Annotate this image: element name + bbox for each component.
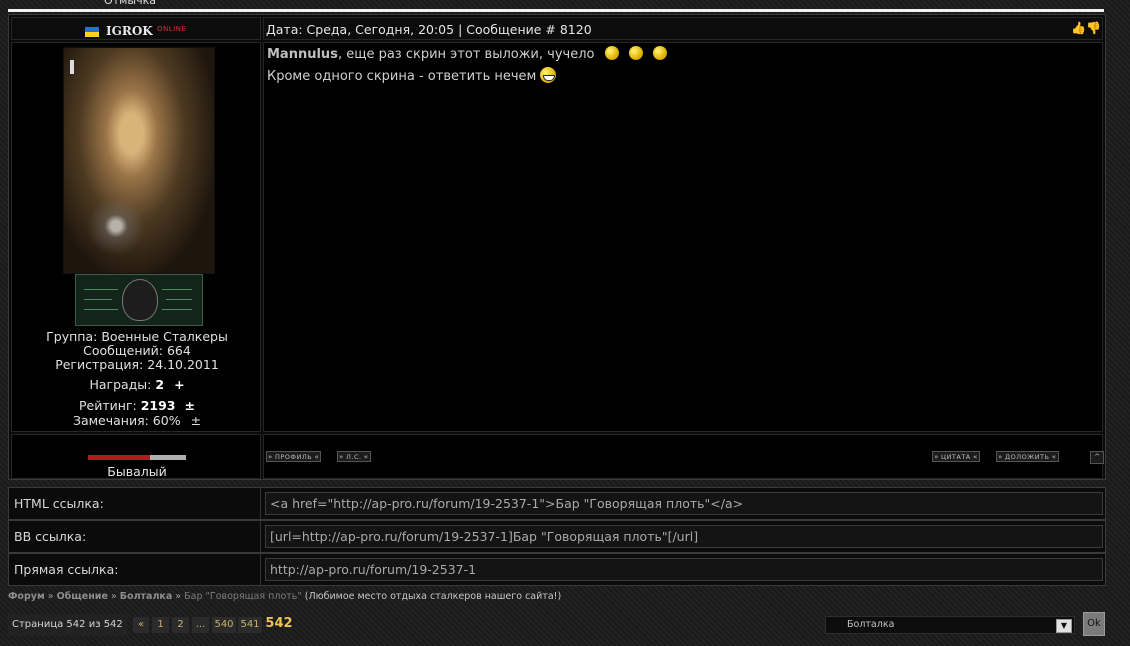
- author-warnings: Замечания: 60% ±: [72, 413, 202, 428]
- ukraine-flag-icon: [85, 27, 99, 37]
- rank-progress-bar: [88, 455, 186, 460]
- forum-jump-ok-button[interactable]: Ok: [1083, 612, 1105, 636]
- quote-button[interactable]: ЦИТАТА: [932, 451, 980, 462]
- avatar-glass-crack: [84, 198, 164, 268]
- profile-button[interactable]: ПРОФИЛЬ: [266, 451, 322, 462]
- page-prev-button[interactable]: «: [133, 617, 149, 633]
- breadcrumb-current-topic: Бар "Говорящая плоть": [184, 591, 302, 602]
- thumb-down-icon[interactable]: 👎: [1086, 21, 1101, 35]
- breadcrumb-forum[interactable]: Форум: [8, 591, 45, 602]
- post-author-cell: IGROK ONLINE: [11, 17, 261, 40]
- post-date: Дата: Среда, Сегодня, 20:05 | Сообщение …: [266, 22, 592, 37]
- quoted-user-name[interactable]: Mannulus: [267, 47, 338, 62]
- rank-progress-fill: [88, 455, 150, 460]
- topic-links-table: HTML ссылка: <a href="http://ap-pro.ru/f…: [8, 487, 1106, 587]
- page-link-540[interactable]: 540: [212, 617, 236, 633]
- page-link-2[interactable]: 2: [172, 617, 189, 633]
- direct-link-row: Прямая ссылка: http://ap-pro.ru/forum/19…: [8, 553, 1106, 586]
- breadcrumb-chatter[interactable]: Болталка: [120, 591, 172, 602]
- grin-smiley-icon: [540, 67, 557, 83]
- private-message-button[interactable]: Л.С.: [337, 451, 371, 462]
- author-awards: Награды: 2 +: [89, 377, 185, 392]
- bb-link-row: BB ссылка: [url=http://ap-pro.ru/forum/1…: [8, 520, 1106, 553]
- post-message-line-1: Mannulus, еще раз скрин этот выложи, чуч…: [267, 46, 667, 63]
- smiley-icon: [604, 46, 619, 60]
- page-ellipsis: ...: [192, 617, 209, 633]
- page-link-541[interactable]: 541: [238, 617, 262, 633]
- bb-link-field[interactable]: [url=http://ap-pro.ru/forum/19-2537-1]Ба…: [265, 525, 1103, 548]
- breadcrumb: Форум » Общение » Болталка » Бар "Говоря…: [8, 591, 562, 602]
- author-rank-title: Бывалый: [107, 464, 167, 479]
- forum-jump-selected: Болталка: [847, 619, 895, 630]
- post-header-cell: Дата: Среда, Сегодня, 20:05 | Сообщение …: [263, 17, 1103, 40]
- html-link-row: HTML ссылка: <a href="http://ap-pro.ru/f…: [8, 487, 1106, 520]
- add-award-button[interactable]: +: [174, 377, 184, 392]
- post-message-line-2: Кроме одного скрина - ответить нечем: [267, 67, 557, 85]
- author-registration: Регистрация: 24.10.2011: [55, 357, 219, 372]
- page-current: 542: [265, 616, 293, 631]
- rating-value[interactable]: 2193: [141, 398, 176, 413]
- author-rating: Рейтинг: 2193 ±: [79, 398, 195, 413]
- author-message-count: Сообщений: 664: [83, 343, 191, 358]
- direct-link-field[interactable]: http://ap-pro.ru/forum/19-2537-1: [265, 558, 1103, 581]
- avatar: [63, 47, 215, 274]
- awards-count[interactable]: 2: [155, 377, 164, 392]
- pagination: Страница 542 из 542 « 1 2 ... 540 541 54…: [8, 614, 298, 636]
- avatar-pin-detail: [70, 60, 74, 74]
- page-count-label: Страница 542 из 542: [8, 614, 127, 636]
- topic-description: (Любимое место отдыха сталкеров нашего с…: [304, 591, 562, 602]
- thumb-up-icon[interactable]: 👍: [1071, 21, 1086, 35]
- report-button[interactable]: ДОЛОЖИТЬ: [996, 451, 1059, 462]
- html-link-field[interactable]: <a href="http://ap-pro.ru/forum/19-2537-…: [265, 492, 1103, 515]
- smiley-icon: [652, 46, 667, 60]
- post-separator: [8, 9, 1104, 12]
- breadcrumb-general[interactable]: Общение: [57, 591, 108, 602]
- post-actions-cell: ПРОФИЛЬ Л.С. ЦИТАТА ДОЛОЖИТЬ ^: [263, 434, 1104, 479]
- forum-post: IGROK ONLINE Дата: Среда, Сегодня, 20:05…: [8, 14, 1106, 480]
- author-group: Группа: Военные Сталкеры: [46, 329, 228, 344]
- author-name[interactable]: IGROK: [106, 24, 153, 38]
- direct-link-label: Прямая ссылка:: [9, 554, 261, 585]
- forum-jump-select[interactable]: Болталка ▼: [825, 616, 1075, 634]
- rating-change-button[interactable]: ±: [185, 398, 195, 413]
- warnings-change-button[interactable]: ±: [191, 413, 201, 428]
- html-link-label: HTML ссылка:: [9, 488, 261, 519]
- scroll-up-button[interactable]: ^: [1090, 451, 1104, 464]
- previous-post-rank-label: Отмычка: [104, 0, 156, 7]
- chevron-down-icon[interactable]: ▼: [1056, 619, 1072, 633]
- page-link-1[interactable]: 1: [152, 617, 169, 633]
- author-info-cell: Группа: Военные Сталкеры Сообщений: 664 …: [11, 42, 261, 432]
- bb-link-label: BB ссылка:: [9, 521, 261, 552]
- clan-emblem-icon: [122, 279, 158, 321]
- author-rank-cell: Бывалый: [11, 434, 261, 479]
- post-body-cell: Mannulus, еще раз скрин этот выложи, чуч…: [263, 42, 1103, 432]
- smiley-icon: [628, 46, 643, 60]
- clan-badge-image: [75, 274, 203, 326]
- online-status: ONLINE: [157, 25, 187, 33]
